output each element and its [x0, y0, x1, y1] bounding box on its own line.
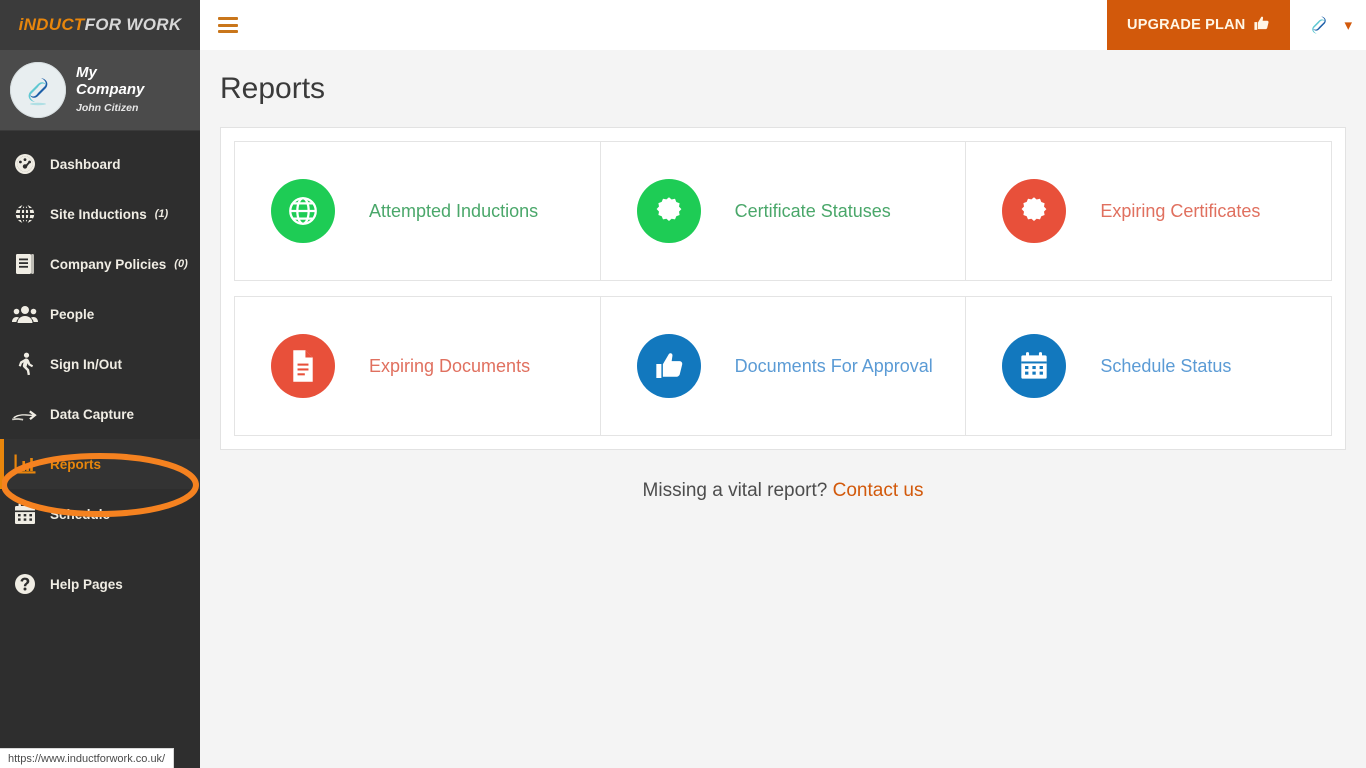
- sidebar-item-label: Schedule: [50, 506, 111, 522]
- certificate-icon: [636, 179, 701, 243]
- brand-text-primary: iNDUCT: [18, 15, 85, 34]
- sidebar-item-label: Sign In/Out: [50, 356, 122, 372]
- sidebar-item-label: Help Pages: [50, 576, 123, 592]
- page-title: Reports: [220, 72, 326, 105]
- globe-icon: [10, 202, 40, 226]
- sidebar-item-count: (0): [174, 258, 188, 270]
- sidebar-nav: Dashboard Site Inductions (1) Company Po…: [0, 131, 200, 609]
- company-name: My Company: [76, 64, 145, 98]
- sidebar-item-label: Company Policies: [50, 256, 167, 272]
- report-card-attempted-inductions[interactable]: Attempted Inductions: [234, 141, 601, 281]
- reports-panel: Attempted Inductions Certificate Statuse…: [220, 127, 1346, 450]
- company-user: John Citizen: [76, 102, 139, 115]
- browser-status-bar: https://www.inductforwork.co.uk/: [0, 748, 175, 768]
- user-menu[interactable]: ▾: [1290, 12, 1366, 38]
- brand-text-secondary: FOR WORK: [84, 15, 182, 34]
- hamburger-icon[interactable]: [218, 17, 238, 33]
- sidebar-item-people[interactable]: People: [0, 289, 200, 339]
- thumbs-up-icon: [1253, 15, 1270, 36]
- company-logo-icon: [28, 78, 48, 106]
- report-card-label: Certificate Statuses: [734, 200, 891, 221]
- certificate-icon: [1002, 179, 1067, 243]
- document-icon: [271, 334, 335, 398]
- company-profile[interactable]: My Company John Citizen: [0, 50, 200, 131]
- brand-text: iNDUCTFOR WORK: [19, 15, 182, 35]
- reports-row-1: Attempted Inductions Certificate Statuse…: [234, 141, 1333, 281]
- walking-person-icon: [10, 352, 40, 376]
- report-card-label: Schedule Status: [1100, 355, 1232, 376]
- dashboard-gauge-icon: [10, 152, 40, 176]
- main-content: Reports Attempted Inductions Certificate…: [200, 50, 1366, 768]
- sidebar-item-label: Data Capture: [50, 406, 135, 422]
- report-card-label: Expiring Documents: [369, 355, 531, 376]
- calendar-icon: [10, 502, 40, 526]
- hand-icon: [10, 404, 40, 424]
- sidebar-item-label: Site Inductions: [50, 206, 147, 222]
- globe-icon: [271, 179, 335, 243]
- report-card-expiring-documents[interactable]: Expiring Documents: [234, 296, 601, 436]
- report-card-schedule-status[interactable]: Schedule Status: [966, 296, 1333, 436]
- sidebar-item-count: (1): [154, 208, 169, 220]
- report-card-label: Attempted Inductions: [369, 200, 539, 221]
- report-card-documents-for-approval[interactable]: Documents For Approval: [600, 296, 967, 436]
- reports-row-2: Expiring Documents Documents For Approva…: [234, 296, 1333, 436]
- sidebar-item-label: Reports: [50, 456, 102, 472]
- sidebar-item-data-capture[interactable]: Data Capture: [0, 389, 200, 439]
- book-icon: [10, 252, 40, 276]
- question-circle-icon: [10, 572, 40, 596]
- missing-report-text: Missing a vital report? Contact us: [200, 480, 1366, 502]
- sidebar-item-sign-in-out[interactable]: Sign In/Out: [0, 339, 200, 389]
- bar-chart-icon: [10, 452, 40, 476]
- sidebar-item-help-pages[interactable]: Help Pages: [0, 559, 200, 609]
- sidebar-item-reports[interactable]: Reports: [0, 439, 200, 489]
- thumbs-up-icon: [636, 334, 701, 398]
- topbar: UPGRADE PLAN ▾: [200, 0, 1366, 50]
- report-card-certificate-statuses[interactable]: Certificate Statuses: [600, 141, 967, 281]
- app-root: iNDUCTFOR WORK My Company John Citizen D…: [0, 0, 1366, 768]
- report-card-expiring-certificates[interactable]: Expiring Certificates: [966, 141, 1333, 281]
- chevron-down-icon[interactable]: ▾: [1344, 16, 1352, 34]
- sidebar-item-site-inductions[interactable]: Site Inductions (1): [0, 189, 200, 239]
- company-meta: My Company John Citizen: [76, 64, 154, 115]
- sidebar-item-label: Dashboard: [50, 156, 121, 172]
- people-icon: [10, 302, 40, 326]
- upgrade-plan-label: UPGRADE PLAN: [1127, 17, 1246, 33]
- upgrade-plan-button[interactable]: UPGRADE PLAN: [1107, 0, 1291, 50]
- nav-divider-space: [0, 539, 200, 559]
- sidebar-item-company-policies[interactable]: Company Policies (0): [0, 239, 200, 289]
- company-logo-icon: [1306, 12, 1332, 38]
- missing-report-label: Missing a vital report?: [642, 480, 828, 501]
- sidebar-item-dashboard[interactable]: Dashboard: [0, 139, 200, 189]
- sidebar-item-schedule[interactable]: Schedule: [0, 489, 200, 539]
- brand-logo[interactable]: iNDUCTFOR WORK: [0, 0, 200, 50]
- avatar: [10, 62, 66, 118]
- status-url: https://www.inductforwork.co.uk/: [8, 752, 166, 765]
- report-card-label: Documents For Approval: [734, 355, 933, 376]
- contact-us-link[interactable]: Contact us: [833, 480, 924, 501]
- sidebar: iNDUCTFOR WORK My Company John Citizen D…: [0, 0, 200, 768]
- calendar-icon: [1002, 334, 1067, 398]
- report-card-label: Expiring Certificates: [1100, 200, 1261, 221]
- sidebar-item-label: People: [50, 306, 95, 322]
